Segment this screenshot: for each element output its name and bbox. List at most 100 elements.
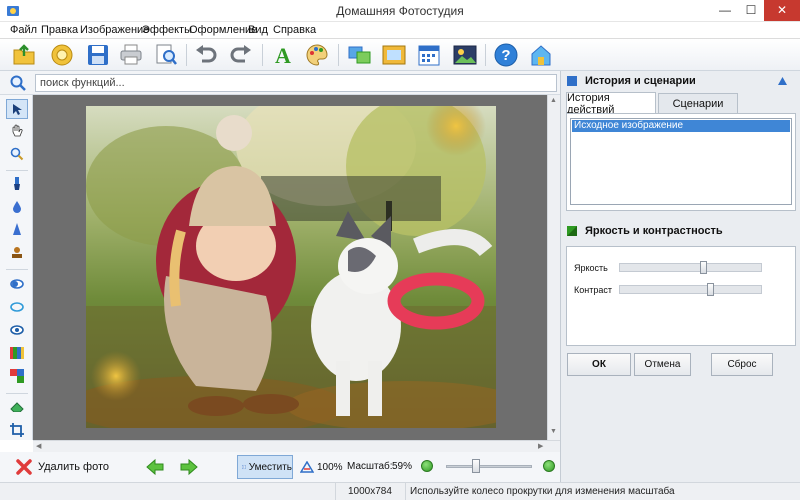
scroll-up-icon[interactable]: ▲: [550, 97, 557, 104]
cancel-button[interactable]: Отмена: [634, 353, 691, 376]
replace-tool-icon[interactable]: [8, 367, 26, 385]
zoom-100-icon: [300, 461, 314, 473]
collapse-panel-icon[interactable]: [778, 77, 787, 85]
contrast-slider[interactable]: [619, 283, 762, 296]
menu-image[interactable]: Изображение: [80, 24, 149, 36]
fit-label: Уместить: [248, 461, 292, 473]
frame-icon[interactable]: [381, 42, 407, 68]
palette-icon[interactable]: [304, 42, 330, 68]
print-icon[interactable]: [118, 42, 144, 68]
image-dimensions: 1000x784: [335, 483, 405, 500]
save-icon[interactable]: [85, 42, 111, 68]
fit-to-window-button[interactable]: Уместить: [237, 455, 293, 479]
stamp-tool-icon[interactable]: [8, 244, 26, 262]
svg-text:?: ?: [501, 47, 510, 64]
color-tool-icon[interactable]: [8, 344, 26, 362]
menu-help[interactable]: Справка: [273, 24, 316, 36]
brightness-slider-thumb[interactable]: [700, 261, 707, 274]
list-item[interactable]: Исходное изображение: [572, 120, 790, 132]
status-hint: Используйте колесо прокрутки для изменен…: [405, 483, 800, 500]
function-search-bar: [0, 71, 560, 95]
tools-sidebar: [0, 95, 33, 440]
hand-tool-icon[interactable]: [8, 122, 26, 140]
open-folder-icon[interactable]: [11, 42, 37, 68]
menu-view[interactable]: Вид: [248, 24, 268, 36]
sharpen-tool-icon[interactable]: [8, 221, 26, 239]
eye-tool-icon[interactable]: [8, 321, 26, 339]
history-panel-header: История и сценарии: [561, 72, 800, 90]
delete-photo-button[interactable]: Удалить фото: [16, 457, 109, 477]
vertical-scrollbar[interactable]: ▲ ▼: [547, 95, 560, 440]
select-tool-icon[interactable]: [6, 99, 28, 119]
ok-button[interactable]: ОК: [567, 353, 631, 376]
maximize-button[interactable]: ☐: [738, 0, 764, 21]
reset-button[interactable]: Сброс: [711, 353, 773, 376]
brightness-panel-title: Яркость и контрастность: [585, 225, 723, 237]
scroll-right-icon[interactable]: ▶: [538, 442, 543, 450]
window-title: Домашняя Фотостудия: [336, 4, 464, 18]
tab-history[interactable]: История действий: [566, 92, 656, 116]
scale-value: 59%: [392, 461, 413, 472]
brush-tool-icon[interactable]: [8, 175, 26, 193]
previous-photo-icon[interactable]: [146, 458, 164, 476]
panel-marker-icon: [567, 226, 577, 236]
panel-marker-icon: [567, 76, 577, 86]
menu-effects[interactable]: Эффекты: [142, 24, 192, 36]
zoom-100-label: 100%: [317, 461, 343, 473]
lasso-tool-icon[interactable]: [8, 298, 26, 316]
zoom-in-icon[interactable]: [543, 460, 555, 472]
oval-select-icon[interactable]: [8, 275, 26, 293]
effects-icon[interactable]: [49, 42, 75, 68]
brightness-contrast-box: Яркость Контраст: [566, 246, 796, 346]
crop-tool-icon[interactable]: [8, 421, 26, 439]
zoom-slider[interactable]: [446, 459, 532, 473]
history-tab-body: Исходное изображение: [566, 113, 796, 211]
help-icon[interactable]: ?: [493, 42, 519, 68]
home-icon[interactable]: [528, 42, 554, 68]
tab-scenarios[interactable]: Сценарии: [658, 93, 738, 114]
delete-icon: [16, 459, 32, 475]
preview-icon[interactable]: [153, 42, 179, 68]
brightness-panel-header: Яркость и контрастность: [561, 222, 800, 240]
scale-label: Масштаб:: [347, 461, 393, 472]
scroll-down-icon[interactable]: ▼: [550, 428, 557, 435]
zoom-100-button[interactable]: 100%: [300, 461, 343, 473]
zoom-slider-thumb[interactable]: [472, 459, 480, 473]
contrast-label: Контраст: [574, 285, 612, 295]
zoom-out-icon[interactable]: [421, 460, 433, 472]
svg-text:A: A: [275, 43, 291, 67]
contrast-slider-thumb[interactable]: [707, 283, 714, 296]
photo-image: [86, 106, 496, 428]
horizontal-scrollbar[interactable]: ◀ ▶: [33, 440, 560, 452]
menu-edit[interactable]: Правка: [41, 24, 78, 36]
blur-tool-icon[interactable]: [8, 198, 26, 216]
canvas-area[interactable]: [33, 95, 547, 440]
brightness-label: Яркость: [574, 263, 608, 273]
text-icon[interactable]: A: [270, 42, 296, 68]
right-panel: История и сценарии История действий Сцен…: [560, 71, 800, 482]
title-bar: Домашняя Фотостудия — ☐ ✕: [0, 0, 800, 22]
redo-icon[interactable]: [228, 42, 254, 68]
toolbar: A ?: [0, 39, 800, 71]
search-icon: [10, 75, 26, 91]
menu-bar: Файл Правка Изображение Эффекты Оформлен…: [0, 22, 800, 39]
history-panel-title: История и сценарии: [585, 75, 696, 87]
bottom-bar: Удалить фото Уместить 100% Масштаб: 59%: [0, 452, 560, 482]
brightness-slider[interactable]: [619, 261, 762, 274]
menu-file[interactable]: Файл: [10, 24, 37, 36]
status-bar: 1000x784 Используйте колесо прокрутки дл…: [0, 482, 800, 500]
fit-icon: [242, 464, 246, 470]
calendar-icon[interactable]: [416, 42, 442, 68]
eraser-tool-icon[interactable]: [8, 398, 26, 416]
postcard-icon[interactable]: [452, 42, 478, 68]
delete-photo-label: Удалить фото: [38, 461, 110, 473]
zoom-tool-icon[interactable]: [8, 145, 26, 163]
next-photo-icon[interactable]: [180, 458, 198, 476]
history-list[interactable]: Исходное изображение: [570, 118, 792, 205]
search-input[interactable]: [35, 74, 557, 92]
minimize-button[interactable]: —: [712, 0, 738, 21]
undo-icon[interactable]: [193, 42, 219, 68]
scroll-left-icon[interactable]: ◀: [36, 442, 41, 450]
collage-icon[interactable]: [347, 42, 373, 68]
close-button[interactable]: ✕: [764, 0, 800, 21]
